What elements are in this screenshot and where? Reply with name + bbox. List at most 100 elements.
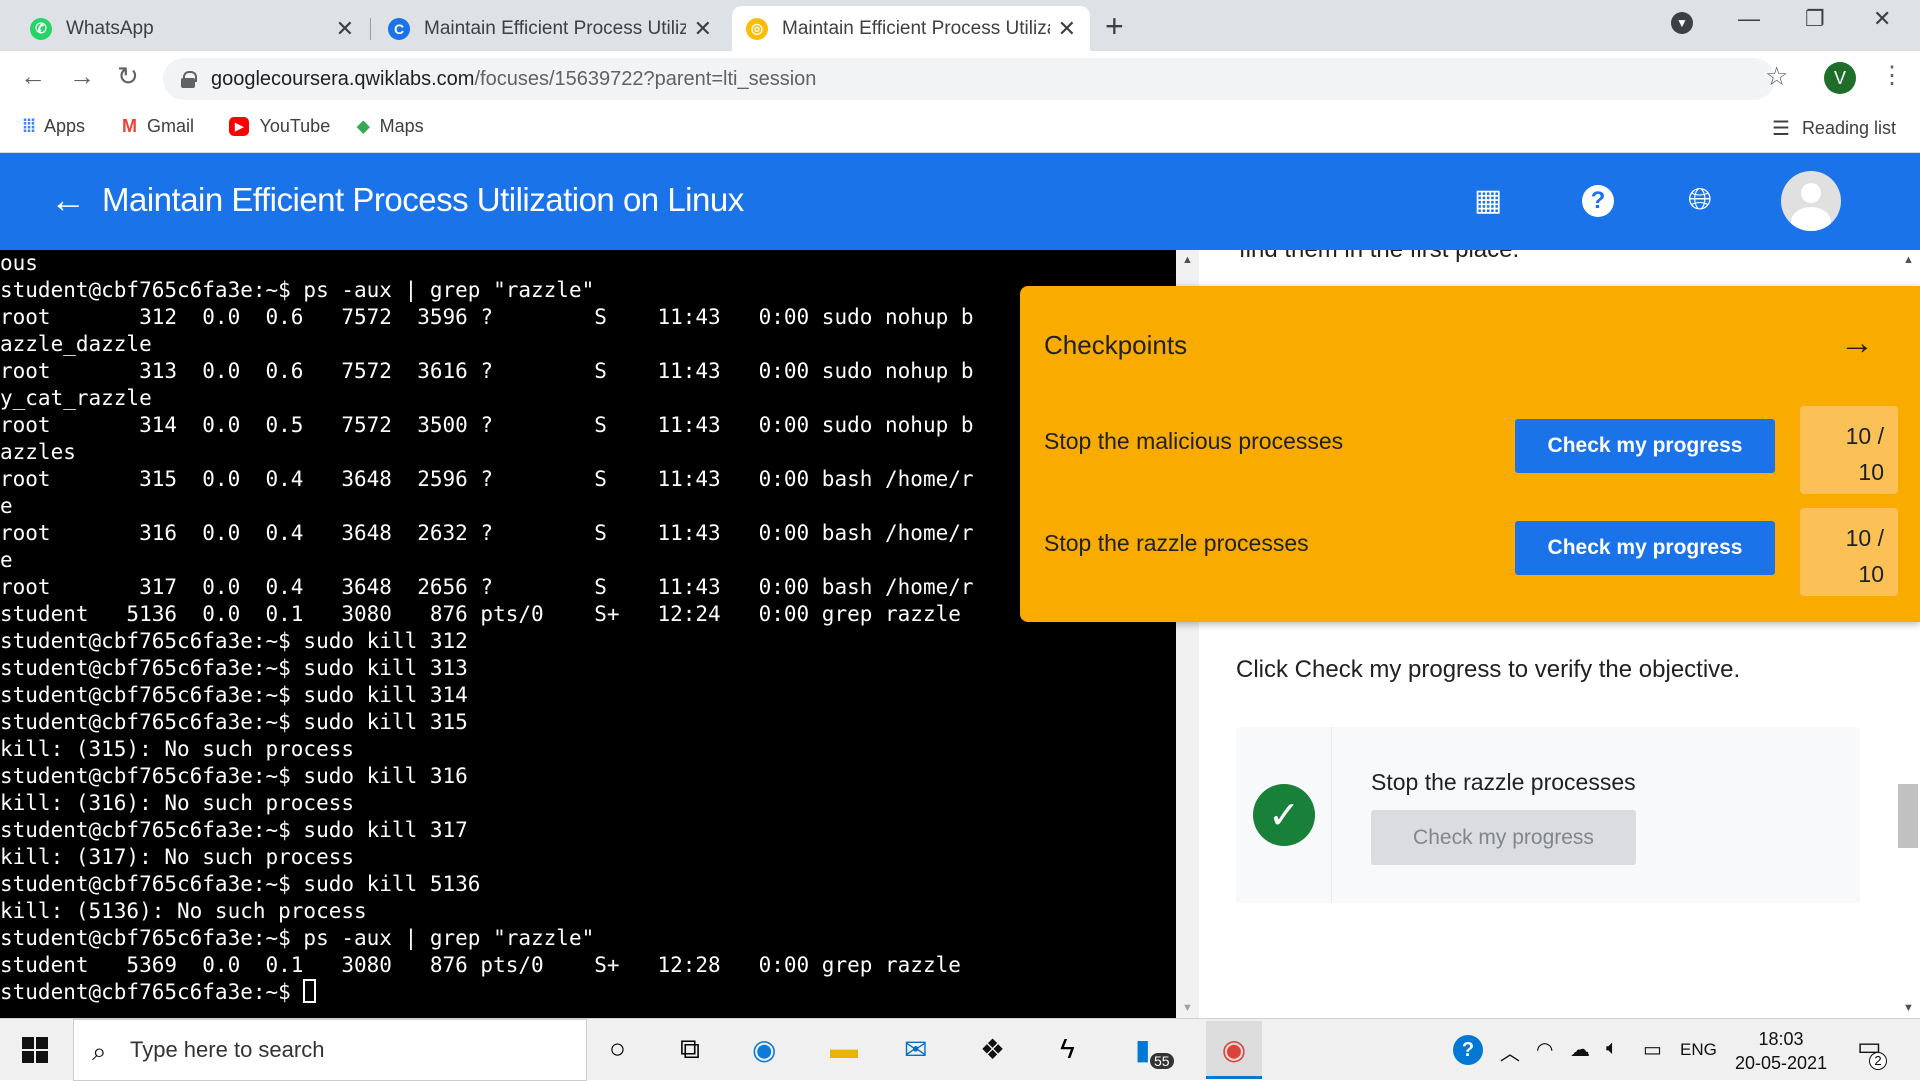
terminal-line: azzles — [0, 440, 76, 464]
terminal-line: root 314 0.0 0.5 7572 3500 ? S 11:43 0:0… — [0, 413, 974, 437]
checkpoint-row: Stop the razzle processes Check my progr… — [1020, 508, 1920, 596]
checkpoints-panel: Checkpoints → Stop the malicious process… — [1020, 286, 1920, 622]
onedrive-icon[interactable]: ☁ — [1570, 1037, 1590, 1062]
tab-coursera[interactable]: C Maintain Efficient Process Utilizat ✕ — [374, 6, 726, 51]
back-arrow-icon[interactable]: ← — [50, 179, 86, 221]
scrollbar-thumb[interactable] — [1898, 784, 1918, 848]
close-window-icon[interactable]: ✕ — [1873, 6, 1891, 32]
scroll-down-icon[interactable]: ▼ — [1903, 1002, 1914, 1014]
terminal-prompt-line[interactable]: student@cbf765c6fa3e:~$ — [0, 979, 1176, 1006]
checkpoint-score: 10 / 10 — [1800, 406, 1898, 494]
terminal-line: student@cbf765c6fa3e:~$ sudo kill 316 — [0, 764, 468, 788]
search-icon: ⌕ — [92, 1036, 107, 1066]
terminal-line: student@cbf765c6fa3e:~$ sudo kill 5136 — [0, 872, 481, 896]
volume-icon[interactable]: 🔈︎ — [1606, 1037, 1618, 1060]
bookmark-gmail[interactable]: M Gmail — [122, 116, 194, 137]
reload-icon[interactable]: ↻ — [117, 61, 139, 92]
check-my-progress-button[interactable]: Check my progress — [1515, 521, 1775, 575]
terminal-line: kill: (317): No such process — [0, 845, 355, 869]
maps-icon: ⬥ — [357, 116, 370, 136]
battery-icon[interactable]: ▭ — [1643, 1037, 1662, 1062]
lock-icon — [181, 71, 197, 88]
minimize-icon[interactable]: — — [1738, 6, 1760, 32]
browser-toolbar: ← → ↻ googlecoursera.qwiklabs.com/focuse… — [0, 51, 1920, 106]
terminal-line: student@cbf765c6fa3e:~$ sudo kill 314 — [0, 683, 468, 707]
url-path: /focuses/15639722?parent=lti_session — [474, 67, 817, 90]
checkpoint-score: 10 / 10 — [1800, 508, 1898, 596]
forward-arrow-icon[interactable]: → — [69, 61, 95, 92]
terminal-line: student@cbf765c6fa3e:~$ sudo kill 317 — [0, 818, 468, 842]
reading-list[interactable]: ☰ Reading list — [1772, 116, 1896, 141]
taskbar-search-box[interactable]: ⌕ Type here to search — [73, 1019, 587, 1081]
language-globe-icon[interactable]: 🌐︎ — [1688, 183, 1712, 217]
tab-search-icon[interactable]: ▼ — [1671, 12, 1693, 34]
back-arrow-icon[interactable]: ← — [20, 61, 46, 92]
wifi-icon[interactable]: ◠ — [1536, 1037, 1553, 1062]
system-clock[interactable]: 18:03 20-05-2021 — [1735, 1027, 1827, 1075]
scroll-up-icon[interactable]: ▲ — [1903, 254, 1914, 266]
mail-icon[interactable]: ✉ — [904, 1033, 927, 1066]
task-view-icon[interactable]: ⧉ — [680, 1033, 700, 1066]
cortana-icon[interactable]: ○ — [609, 1033, 626, 1065]
chrome-icon[interactable]: ◉ — [1206, 1021, 1262, 1079]
terminal-line: root 315 0.0 0.4 3648 2596 ? S 11:43 0:0… — [0, 467, 974, 491]
score-earned: 10 / — [1845, 525, 1884, 551]
terminal-line: e — [0, 494, 13, 518]
dashboard-icon[interactable]: ▦ — [1474, 183, 1502, 218]
checkpoint-label: Stop the razzle processes — [1044, 530, 1309, 556]
help-tray-icon[interactable]: ? — [1453, 1035, 1483, 1065]
terminal-line: root 313 0.0 0.6 7572 3616 ? S 11:43 0:0… — [0, 359, 974, 383]
tab-title: Maintain Efficient Process Utilizat — [424, 17, 686, 39]
bookmark-label: Apps — [43, 116, 86, 136]
terminal-line: student@cbf765c6fa3e:~$ sudo kill 315 — [0, 710, 468, 734]
url-host: googlecoursera.qwiklabs.com — [211, 67, 475, 90]
page-title: Maintain Efficient Process Utilization o… — [102, 181, 744, 218]
bookmark-youtube[interactable]: ▶ YouTube — [229, 116, 330, 137]
qwiklabs-icon: ◎ — [746, 17, 768, 40]
close-tab-icon[interactable]: ✕ — [336, 16, 354, 42]
checkmark-icon: ✓ — [1253, 784, 1315, 846]
dropbox-icon[interactable]: ❖ — [980, 1033, 1005, 1066]
language-indicator[interactable]: ENG — [1680, 1040, 1717, 1060]
check-my-progress-button[interactable]: Check my progress — [1515, 419, 1775, 473]
file-explorer-icon[interactable]: ▬ — [830, 1033, 858, 1065]
address-bar[interactable]: googlecoursera.qwiklabs.com/focuses/1563… — [163, 58, 1775, 100]
tab-qwiklabs-active[interactable]: ◎ Maintain Efficient Process Utilizat ✕ — [732, 6, 1090, 51]
outlook-icon[interactable]: ▮ — [1135, 1033, 1150, 1066]
plus-icon[interactable]: + — [1105, 8, 1124, 45]
user-avatar[interactable] — [1781, 171, 1841, 231]
profile-avatar[interactable]: V — [1824, 62, 1856, 94]
windows-start-icon[interactable] — [22, 1037, 48, 1063]
bookmark-maps[interactable]: ⬥ Maps — [357, 116, 424, 137]
check-my-progress-button-disabled[interactable]: Check my progress — [1371, 810, 1636, 865]
lab-header: ← Maintain Efficient Process Utilization… — [0, 153, 1920, 250]
kebab-menu-icon[interactable]: ⋮ — [1880, 61, 1904, 90]
restore-icon[interactable]: ❐ — [1805, 6, 1825, 32]
instruction-text: find them in the first place. — [1239, 250, 1519, 264]
coursera-icon: C — [388, 17, 410, 40]
collapse-arrow-icon[interactable]: → — [1840, 324, 1874, 363]
checkpoint-label: Stop the malicious processes — [1044, 428, 1344, 454]
tab-separator — [370, 18, 371, 40]
tab-whatsapp[interactable]: ✆ WhatsApp ✕ — [16, 6, 368, 51]
whatsapp-icon: ✆ — [30, 17, 52, 40]
bookmark-label: Gmail — [147, 116, 195, 136]
scroll-up-icon[interactable]: ▲ — [1182, 254, 1193, 266]
bookmark-star-icon[interactable]: ☆ — [1765, 61, 1788, 92]
ssh-terminal[interactable]: ous student@cbf765c6fa3e:~$ ps -aux | gre… — [0, 250, 1176, 1018]
scroll-down-icon[interactable]: ▼ — [1182, 1002, 1193, 1014]
reading-list-label: Reading list — [1801, 118, 1896, 138]
help-icon[interactable]: ? — [1582, 185, 1614, 217]
clock-time: 18:03 — [1758, 1029, 1804, 1049]
close-tab-icon[interactable]: ✕ — [1058, 16, 1076, 42]
bookmark-apps[interactable]: ⁞⁞⁞ Apps — [22, 116, 85, 137]
gmail-icon: M — [122, 116, 137, 136]
edge-icon[interactable]: ◉ — [752, 1033, 776, 1066]
close-tab-icon[interactable]: ✕ — [694, 16, 712, 42]
app-icon[interactable]: ϟ — [1060, 1033, 1075, 1065]
activity-card: ✓ Stop the razzle processes Check my pro… — [1236, 727, 1860, 903]
chevron-up-icon[interactable]: ︿ — [1500, 1037, 1520, 1066]
clock-date: 20-05-2021 — [1735, 1053, 1828, 1073]
youtube-icon: ▶ — [229, 117, 250, 136]
score-total: 10 — [1858, 459, 1884, 485]
